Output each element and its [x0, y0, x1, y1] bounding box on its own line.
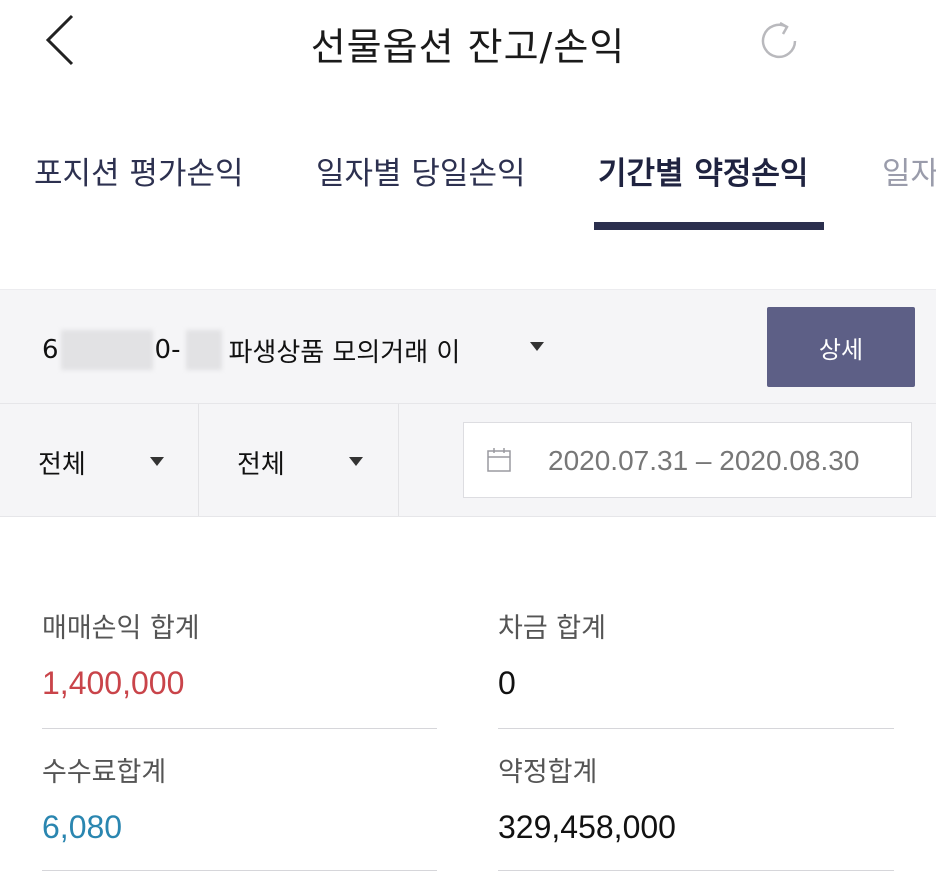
tab-position-pnl[interactable]: 포지션 평가손익	[34, 148, 244, 193]
refresh-icon	[761, 21, 797, 59]
caret-down-icon	[150, 457, 164, 466]
divider	[42, 728, 437, 729]
tab-next[interactable]: 일자	[882, 148, 936, 193]
contract-summary: 약정합계 329,458,000	[498, 750, 893, 846]
fee-value: 6,080	[42, 809, 123, 845]
tab-period-pnl[interactable]: 기간별 약정손익	[598, 148, 808, 193]
account-selector[interactable]: 6 0- 파생상품 모의거래 이	[42, 330, 460, 370]
detail-button[interactable]: 상세	[767, 307, 915, 387]
caret-down-icon	[349, 457, 363, 466]
filter-1-label: 전체	[38, 450, 86, 480]
trade-pnl-value: 1,400,000	[42, 665, 185, 701]
diff-label: 차금 합계	[498, 613, 606, 644]
refresh-button[interactable]	[756, 18, 802, 64]
caret-down-icon[interactable]	[530, 342, 544, 351]
fee-label: 수수료합계	[42, 757, 167, 788]
filter-row: 전체 전체 2020.07.31 – 2020.08.30	[0, 403, 936, 517]
masked-account-number	[60, 330, 153, 370]
filter-dropdown-1[interactable]: 전체	[0, 404, 199, 516]
diff-summary: 차금 합계 0	[498, 606, 893, 702]
calendar-icon	[487, 448, 511, 472]
divider	[498, 728, 894, 729]
contract-value: 329,458,000	[498, 809, 676, 845]
tab-bar: 포지션 평가손익 일자별 당일손익 기간별 약정손익 일자	[0, 120, 936, 240]
tab-daily-pnl[interactable]: 일자별 당일손익	[316, 148, 526, 193]
divider	[42, 870, 437, 871]
masked-account-suffix	[186, 330, 223, 370]
trade-pnl-label: 매매손익 합계	[42, 613, 200, 644]
date-range-picker[interactable]: 2020.07.31 – 2020.08.30	[463, 422, 912, 498]
active-tab-indicator	[594, 222, 824, 230]
filter-2-label: 전체	[237, 450, 285, 480]
fee-summary: 수수료합계 6,080	[42, 750, 437, 846]
date-range-text: 2020.07.31 – 2020.08.30	[548, 445, 860, 476]
header-bar: 선물옵션 잔고/손익	[0, 0, 936, 84]
diff-value: 0	[498, 665, 516, 701]
contract-label: 약정합계	[498, 757, 598, 788]
trade-pnl-summary: 매매손익 합계 1,400,000	[42, 606, 437, 702]
account-row: 6 0- 파생상품 모의거래 이 상세	[0, 289, 936, 403]
account-name: 파생상품 모의거래 이	[228, 337, 461, 368]
account-prefix: 6	[42, 335, 59, 365]
divider	[498, 870, 894, 871]
account-middle: 0-	[154, 335, 181, 365]
filter-dropdown-2[interactable]: 전체	[199, 404, 399, 516]
